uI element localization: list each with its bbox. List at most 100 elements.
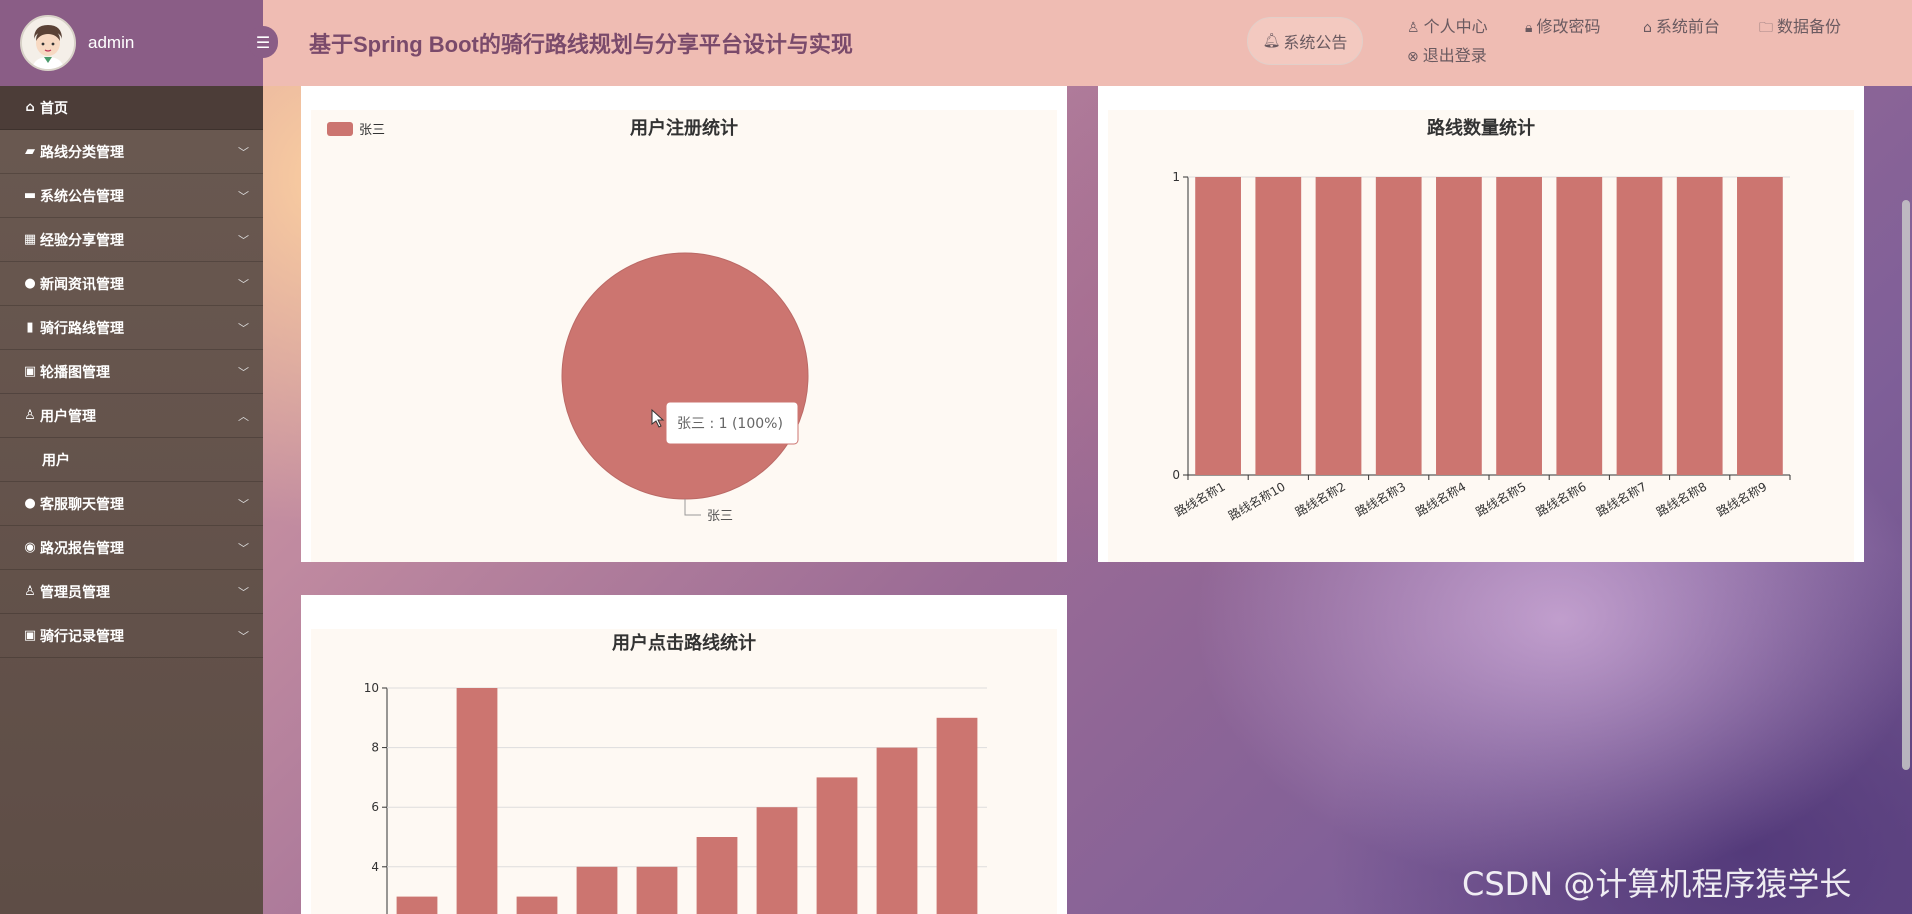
notice-button[interactable]: 🔔︎ 系统公告 bbox=[1247, 17, 1363, 65]
sidebar-user-panel: admin bbox=[0, 0, 263, 86]
chart-area: 路线数量统计 0 1 路线名称1 路线名称10 路线名称2 路线名称3 路线名称4 路线名称5… bbox=[1108, 110, 1854, 562]
user-icon: ♙ bbox=[24, 408, 36, 423]
y-tick-label: 10 bbox=[364, 681, 379, 695]
bar[interactable] bbox=[1556, 177, 1603, 475]
pie-chart[interactable]: 张三张三张三 : 1 (100%) bbox=[311, 110, 1057, 562]
route-count-card: 路线数量统计 0 1 路线名称1 路线名称10 路线名称2 路线名称3 路线名称4 路线名称5… bbox=[1098, 86, 1864, 562]
x-tick-label: 路线名称7 bbox=[1593, 479, 1649, 520]
bar[interactable] bbox=[1737, 177, 1783, 475]
chevron-down-icon: ﹀ bbox=[238, 497, 249, 511]
book-icon: ▣ bbox=[23, 628, 37, 643]
x-tick-label: 路线名称8 bbox=[1654, 479, 1710, 520]
chevron-down-icon: ﹀ bbox=[238, 321, 249, 335]
circle-icon: ● bbox=[24, 496, 36, 511]
bar[interactable] bbox=[1676, 177, 1723, 475]
watermark: CSDN @计算机程序猿学长 bbox=[1462, 865, 1852, 903]
pie-slice[interactable] bbox=[561, 252, 809, 500]
x-tick-label: 路线名称6 bbox=[1533, 479, 1589, 520]
pie-label-line bbox=[684, 499, 701, 516]
chevron-down-icon: ﹀ bbox=[238, 541, 249, 555]
menu-label: 系统公告管理 bbox=[40, 188, 124, 205]
route-count-bar-chart[interactable]: 01路线名称1路线名称10 路线名称2 路线名称3 路线名称4 路线名称5 路线名称6 路线… bbox=[1108, 110, 1854, 562]
top-header: ☰ 基于Spring Boot的骑行路线规划与分享平台设计与实现 🔔︎ 系统公告… bbox=[248, 0, 1912, 86]
user-click-bar-chart[interactable]: 4 6 8 10 bbox=[311, 629, 1057, 914]
menu-label: 骑行记录管理 bbox=[40, 628, 124, 645]
avatar[interactable] bbox=[20, 15, 76, 71]
bar[interactable] bbox=[456, 688, 498, 914]
frontend-link[interactable]: ⌂ 系统前台 bbox=[1643, 13, 1720, 37]
bar[interactable] bbox=[756, 807, 798, 914]
menu-label: 首页 bbox=[40, 100, 68, 117]
menu-admin[interactable]: ♙ 管理员管理 ﹀ bbox=[0, 570, 263, 614]
tooltip-text: 张三 : 1 (100%) bbox=[677, 416, 783, 432]
chevron-down-icon: ﹀ bbox=[238, 189, 249, 203]
bar[interactable] bbox=[1195, 177, 1241, 475]
folder-icon: ▬ bbox=[23, 188, 37, 203]
menu-experience[interactable]: ▦ 经验分享管理 ﹀ bbox=[0, 218, 263, 262]
backup-label: 数据备份 bbox=[1777, 17, 1842, 36]
lock-icon: 🔒︎ bbox=[1525, 20, 1533, 36]
bar[interactable] bbox=[1375, 177, 1422, 475]
folder-icon: ▰ bbox=[25, 144, 35, 159]
menu-chat[interactable]: ● 客服聊天管理 ﹀ bbox=[0, 482, 263, 526]
bar[interactable] bbox=[636, 866, 678, 914]
menu-label: 新闻资讯管理 bbox=[40, 276, 124, 293]
chevron-down-icon: ﹀ bbox=[238, 585, 249, 599]
y-tick-label: 4 bbox=[371, 860, 379, 874]
user-click-card: 用户点击路线统计 4 6 8 10 bbox=[301, 595, 1067, 914]
user-register-card: 用户注册统计 张三 张三 张三 : 1 (100%) bbox=[301, 86, 1067, 562]
menu-ride-record[interactable]: ▣ 骑行记录管理 ﹀ bbox=[0, 614, 263, 658]
x-tick-label: 路线名称4 bbox=[1413, 479, 1469, 520]
chevron-down-icon: ﹀ bbox=[238, 277, 249, 291]
pie-slice-label: 张三 bbox=[707, 509, 733, 524]
bar[interactable] bbox=[396, 896, 438, 914]
bar[interactable] bbox=[1616, 177, 1663, 475]
book-icon: ▣ bbox=[23, 364, 37, 379]
bar[interactable] bbox=[1436, 177, 1482, 475]
bar[interactable] bbox=[1496, 177, 1542, 475]
menu-label: 客服聊天管理 bbox=[40, 496, 124, 513]
bar[interactable] bbox=[576, 866, 618, 914]
bar[interactable] bbox=[1255, 177, 1302, 475]
menu-road-report[interactable]: ◉ 路况报告管理 ﹀ bbox=[0, 526, 263, 570]
chart-area: 用户注册统计 张三 张三 张三 : 1 (100%) bbox=[311, 110, 1057, 562]
menu-notice[interactable]: ▬ 系统公告管理 ﹀ bbox=[0, 174, 263, 218]
legend-swatch bbox=[327, 122, 353, 136]
menu-user[interactable]: ♙ 用户管理 ︿ bbox=[0, 394, 263, 438]
change-password-link[interactable]: 🔒︎ 修改密码 bbox=[1525, 13, 1600, 37]
menu-carousel[interactable]: ▣ 轮播图管理 ﹀ bbox=[0, 350, 263, 394]
close-circle-icon: ⊗ bbox=[1407, 49, 1419, 65]
submenu-user[interactable]: 用户 bbox=[0, 438, 263, 482]
collapse-menu-button[interactable]: ☰ bbox=[248, 26, 278, 58]
sidebar: admin ⌂ 首页 ▰ 路线分类管理 ﹀ ▬ 系统公告管理 ﹀ ▦ 经验分享管… bbox=[0, 0, 263, 914]
menu-label: 管理员管理 bbox=[40, 584, 110, 601]
chart-area: 用户点击路线统计 4 6 8 10 bbox=[311, 629, 1057, 914]
backup-link[interactable]: 🗀 数据备份 bbox=[1759, 13, 1841, 41]
y-tick-label: 8 bbox=[371, 741, 379, 755]
x-tick-label: 路线名称9 bbox=[1714, 479, 1770, 520]
page-scrollbar[interactable] bbox=[1902, 200, 1910, 770]
chevron-down-icon: ﹀ bbox=[238, 233, 249, 247]
x-tick-label: 路线名称1 bbox=[1172, 479, 1228, 520]
bar[interactable] bbox=[1315, 177, 1362, 475]
grid-icon: ▦ bbox=[23, 232, 37, 247]
y-tick-label: 1 bbox=[1172, 170, 1180, 184]
report-icon: ◉ bbox=[24, 540, 36, 555]
menu-label: 骑行路线管理 bbox=[40, 320, 124, 337]
bar[interactable] bbox=[936, 717, 978, 914]
profile-link[interactable]: ♙ 个人中心 bbox=[1407, 13, 1488, 37]
copy-icon: ▮ bbox=[26, 320, 34, 335]
bar[interactable] bbox=[876, 747, 918, 914]
bar[interactable] bbox=[816, 777, 858, 914]
chevron-down-icon: ﹀ bbox=[238, 629, 249, 643]
logout-link[interactable]: ⊗ 退出登录 bbox=[1407, 42, 1487, 66]
x-tick-label: 路线名称3 bbox=[1353, 479, 1409, 520]
menu-label: 用户管理 bbox=[40, 408, 96, 425]
menu-home[interactable]: ⌂ 首页 bbox=[0, 86, 263, 130]
menu-route-category[interactable]: ▰ 路线分类管理 ﹀ bbox=[0, 130, 263, 174]
menu-route[interactable]: ▮ 骑行路线管理 ﹀ bbox=[0, 306, 263, 350]
bar[interactable] bbox=[516, 896, 558, 914]
home-icon: ⌂ bbox=[1643, 20, 1652, 36]
bar[interactable] bbox=[696, 837, 738, 914]
menu-news[interactable]: ● 新闻资讯管理 ﹀ bbox=[0, 262, 263, 306]
